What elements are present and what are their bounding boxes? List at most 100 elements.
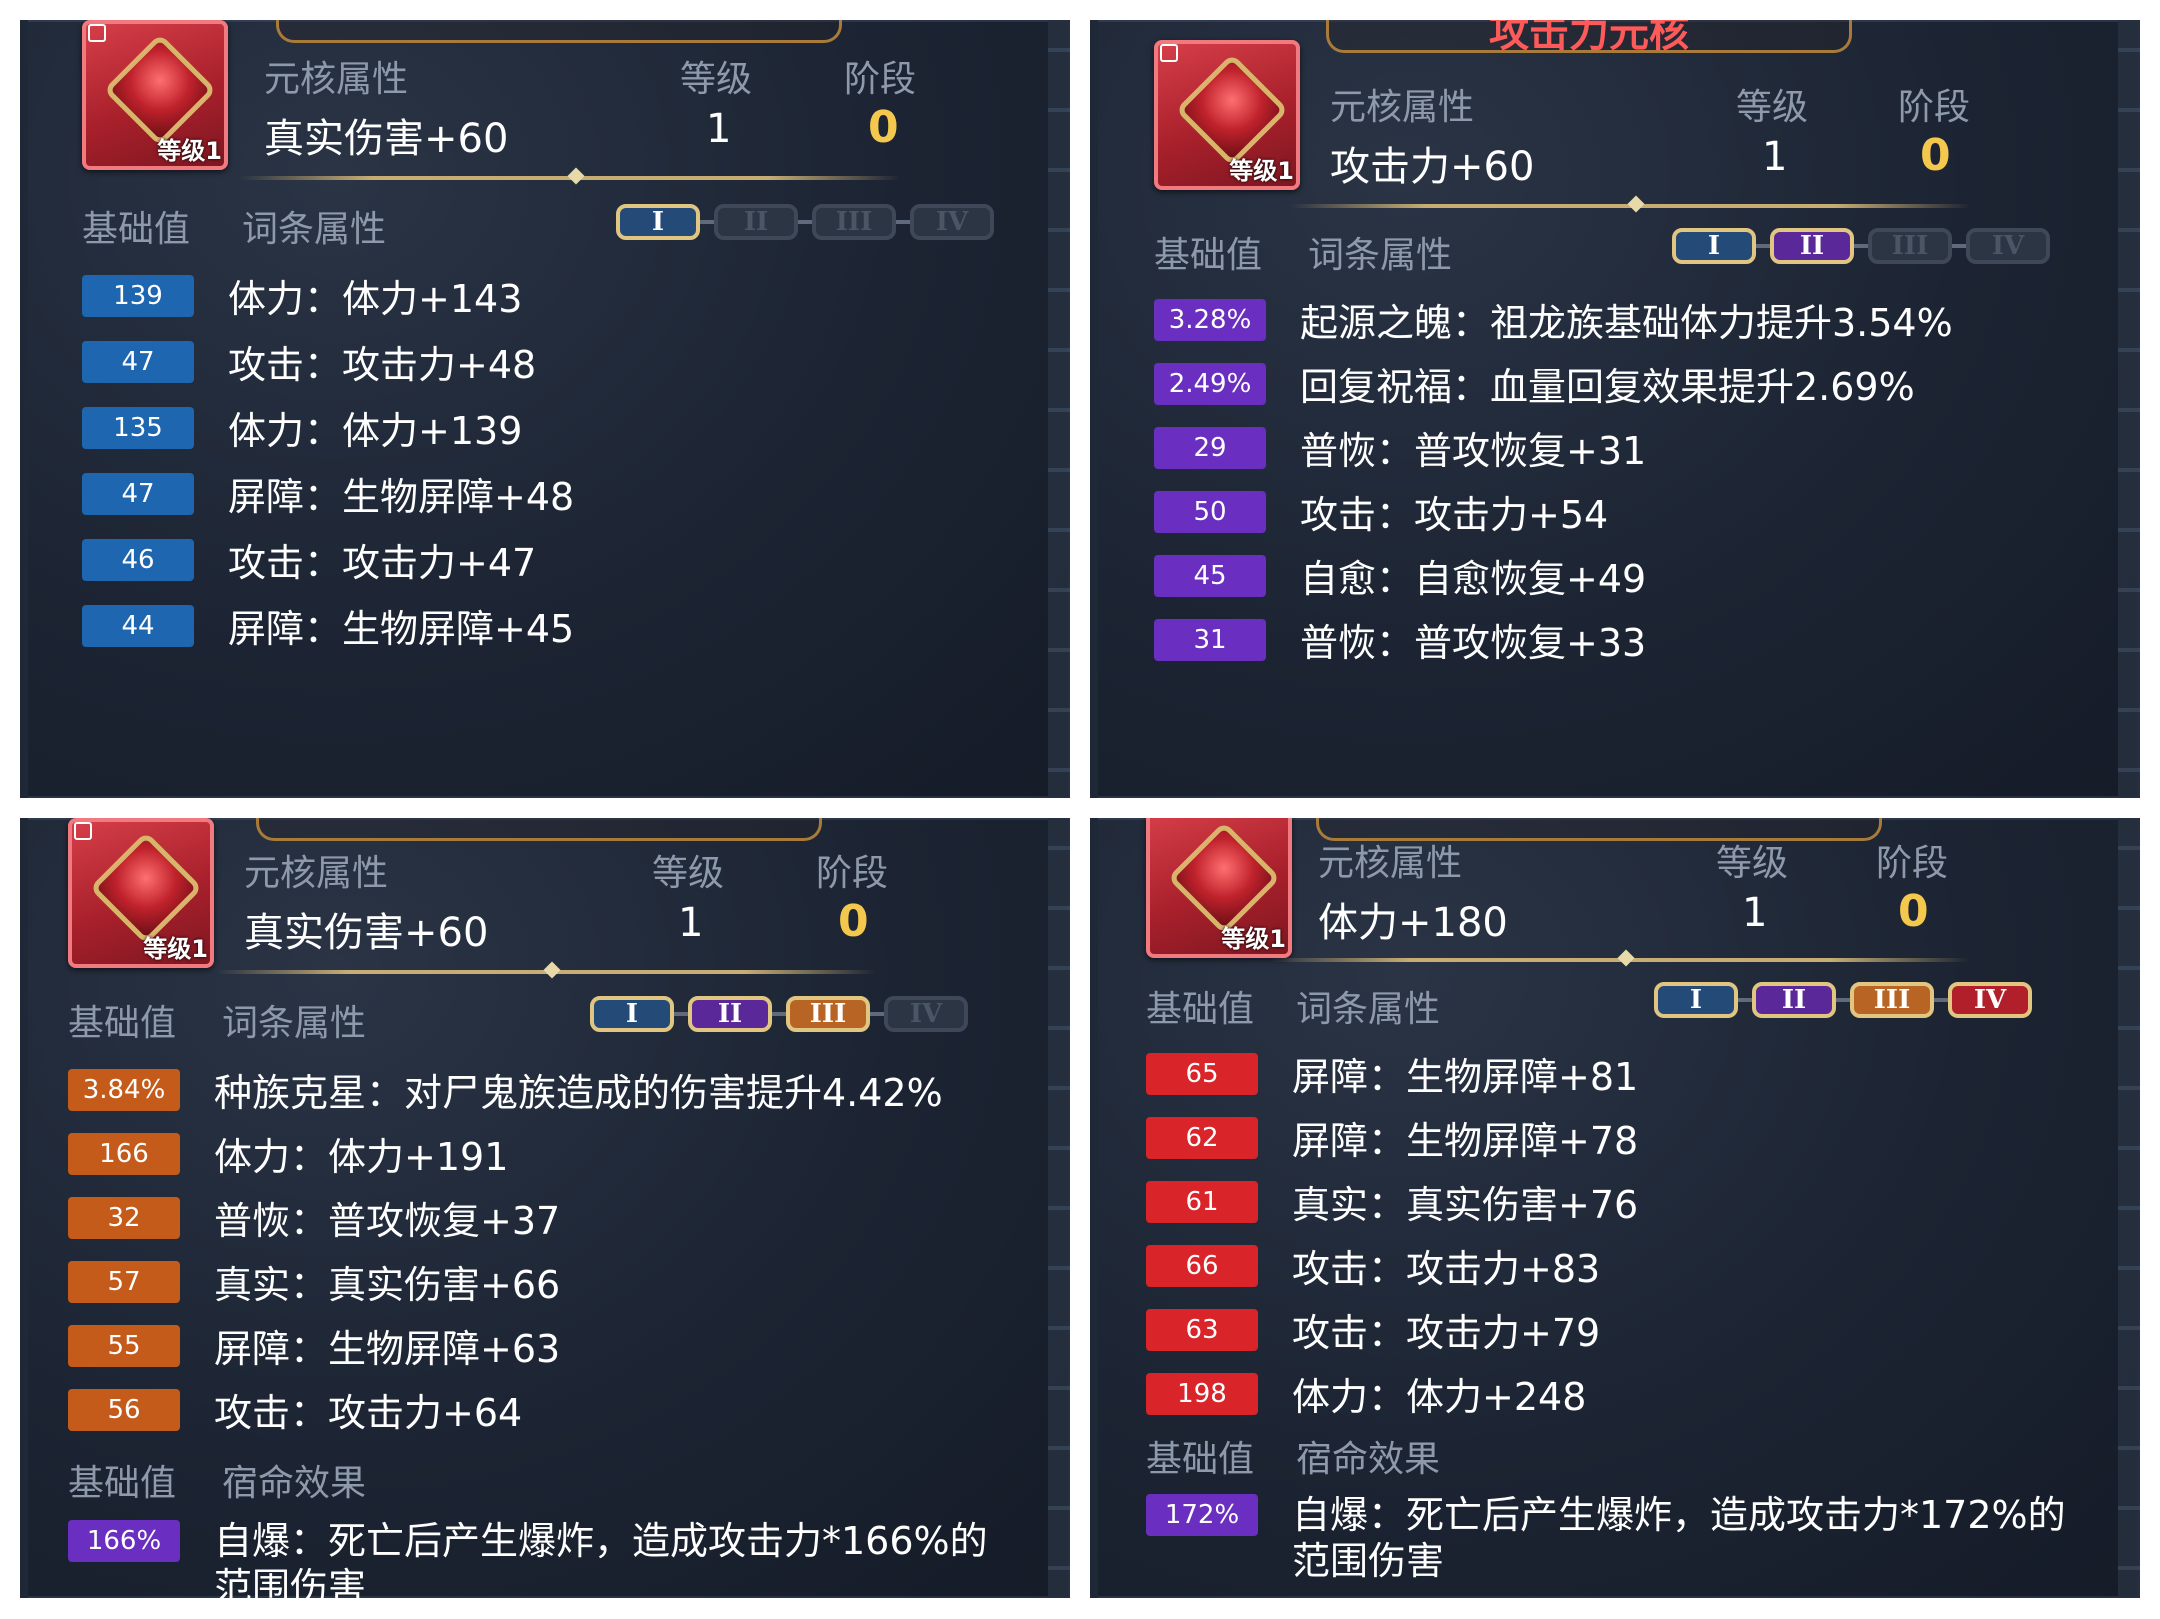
decorative-border (2118, 20, 2140, 798)
divider (1270, 949, 1970, 967)
panel-title: 攻击力元核 (1489, 20, 1689, 56)
core-gem-icon[interactable]: 等级1 (68, 818, 214, 968)
base-value-badge: 50 (1154, 490, 1266, 533)
tier-1[interactable]: I (1654, 982, 1738, 1018)
attr-row: 66 攻击：攻击力+83 (1146, 1238, 1600, 1293)
attr-text: 屏障：生物屏障+48 (228, 475, 575, 519)
base-value-label: 基础值 (1146, 1439, 1255, 1480)
level-value: 1 (678, 900, 704, 946)
level-value: 1 (1742, 890, 1768, 936)
tier-2[interactable]: II (1770, 228, 1854, 264)
level-value: 1 (706, 106, 732, 152)
base-value-label: 基础值 (1146, 989, 1255, 1030)
attr-text: 普恢：普攻恢复+37 (214, 1199, 561, 1243)
stage-value: 0 (868, 102, 899, 153)
stage-label: 阶段 (816, 853, 889, 894)
tier-3[interactable]: III (1868, 228, 1952, 264)
attr-row: 45 自愈：自愈恢复+49 (1154, 548, 1646, 603)
attr-text: 自愈：自愈恢复+49 (1300, 557, 1647, 601)
lock-icon (1160, 44, 1178, 62)
base-value-badge: 47 (82, 472, 194, 515)
base-value-label: 基础值 (68, 1463, 177, 1504)
title-frame: 攻击力元核 (1326, 20, 1852, 56)
decorative-border (1048, 20, 1070, 798)
fate-row: 166% 自爆：死亡后产生爆炸，造成攻击力*166%的范围伤害 (68, 1518, 1028, 1598)
core-gem-icon[interactable]: 等级1 (1146, 818, 1292, 958)
fate-value-badge: 166% (68, 1520, 180, 1562)
attr-row: 166 体力：体力+191 (68, 1126, 508, 1181)
lock-icon (74, 822, 92, 840)
base-value-badge: 3.84% (68, 1068, 180, 1111)
tier-indicator: I II III IV (1672, 228, 2050, 264)
icon-level-text: 等级1 (1229, 157, 1294, 185)
core-value: 真实伤害+60 (264, 116, 509, 162)
tier-2[interactable]: II (714, 204, 798, 240)
attr-row: 29 普恢：普攻恢复+31 (1154, 420, 1646, 475)
stage-value: 0 (838, 896, 869, 947)
attr-text: 体力：体力+191 (214, 1135, 509, 1179)
attr-text: 体力：体力+248 (1292, 1375, 1587, 1419)
attr-row: 63 攻击：攻击力+79 (1146, 1302, 1600, 1357)
stage-label: 阶段 (1876, 843, 1949, 884)
base-value-badge: 32 (68, 1196, 180, 1239)
base-value-badge: 65 (1146, 1052, 1258, 1095)
icon-level-text: 等级1 (143, 935, 208, 963)
attr-row: 62 屏障：生物屏障+78 (1146, 1110, 1638, 1165)
stage-label: 阶段 (1898, 87, 1971, 128)
core-attr-label: 元核属性 (244, 853, 389, 894)
icon-level-text: 等级1 (157, 137, 222, 165)
attr-text: 屏障：生物屏障+45 (228, 607, 575, 651)
entry-attr-label: 词条属性 (242, 209, 387, 250)
tier-3[interactable]: III (812, 204, 896, 240)
base-value-badge: 166 (68, 1132, 180, 1175)
tier-3[interactable]: III (1850, 982, 1934, 1018)
attr-text: 普恢：普攻恢复+33 (1300, 621, 1647, 665)
divider (240, 167, 900, 185)
level-value: 1 (1762, 134, 1788, 180)
attr-row: 32 普恢：普攻恢复+37 (68, 1190, 560, 1245)
attr-row: 46 攻击：攻击力+47 (82, 532, 536, 587)
title-frame (256, 818, 822, 841)
divider (1290, 195, 1970, 213)
attr-row: 139 体力：体力+143 (82, 268, 522, 323)
base-value-badge: 139 (82, 274, 194, 317)
decorative-border (2118, 818, 2140, 1598)
divider (216, 961, 876, 979)
base-value-badge: 135 (82, 406, 194, 449)
base-value-badge: 61 (1146, 1180, 1258, 1223)
tier-1[interactable]: I (1672, 228, 1756, 264)
attr-text: 屏障：生物屏障+78 (1292, 1119, 1639, 1163)
base-value-badge: 66 (1146, 1244, 1258, 1287)
tier-4[interactable]: IV (910, 204, 994, 240)
entry-attr-label: 词条属性 (222, 1003, 367, 1044)
tier-1[interactable]: I (590, 996, 674, 1032)
attr-row: 56 攻击：攻击力+64 (68, 1382, 522, 1437)
level-label: 等级 (652, 853, 725, 894)
tier-2[interactable]: II (1752, 982, 1836, 1018)
attr-row: 47 屏障：生物屏障+48 (82, 466, 574, 521)
attr-row: 47 攻击：攻击力+48 (82, 334, 536, 389)
tier-2[interactable]: II (688, 996, 772, 1032)
level-label: 等级 (1736, 87, 1809, 128)
base-value-label: 基础值 (68, 1003, 177, 1044)
fate-label: 宿命效果 (222, 1463, 367, 1504)
tier-3[interactable]: III (786, 996, 870, 1032)
attr-text: 真实：真实伤害+66 (214, 1263, 561, 1307)
core-attr-label: 元核属性 (1318, 843, 1463, 884)
stage-label: 阶段 (844, 59, 917, 100)
tier-4[interactable]: IV (1966, 228, 2050, 264)
tier-4[interactable]: IV (884, 996, 968, 1032)
attr-text: 普恢：普攻恢复+31 (1300, 429, 1647, 473)
tier-indicator: I II III IV (616, 204, 994, 240)
tier-1[interactable]: I (616, 204, 700, 240)
attr-text: 起源之魄：祖龙族基础体力提升3.54% (1300, 301, 1953, 345)
attr-text: 攻击：攻击力+64 (214, 1391, 523, 1435)
stage-value: 0 (1920, 130, 1951, 181)
core-attr-label: 元核属性 (1330, 87, 1475, 128)
attr-row: 31 普恢：普攻恢复+33 (1154, 612, 1646, 667)
base-value-badge: 198 (1146, 1372, 1258, 1415)
core-gem-icon[interactable]: 等级1 (1154, 40, 1300, 190)
tier-4[interactable]: IV (1948, 982, 2032, 1018)
attr-row: 3.84% 种族克星：对尸鬼族造成的伤害提升4.42% (68, 1062, 943, 1117)
core-gem-icon[interactable]: 等级1 (82, 20, 228, 170)
